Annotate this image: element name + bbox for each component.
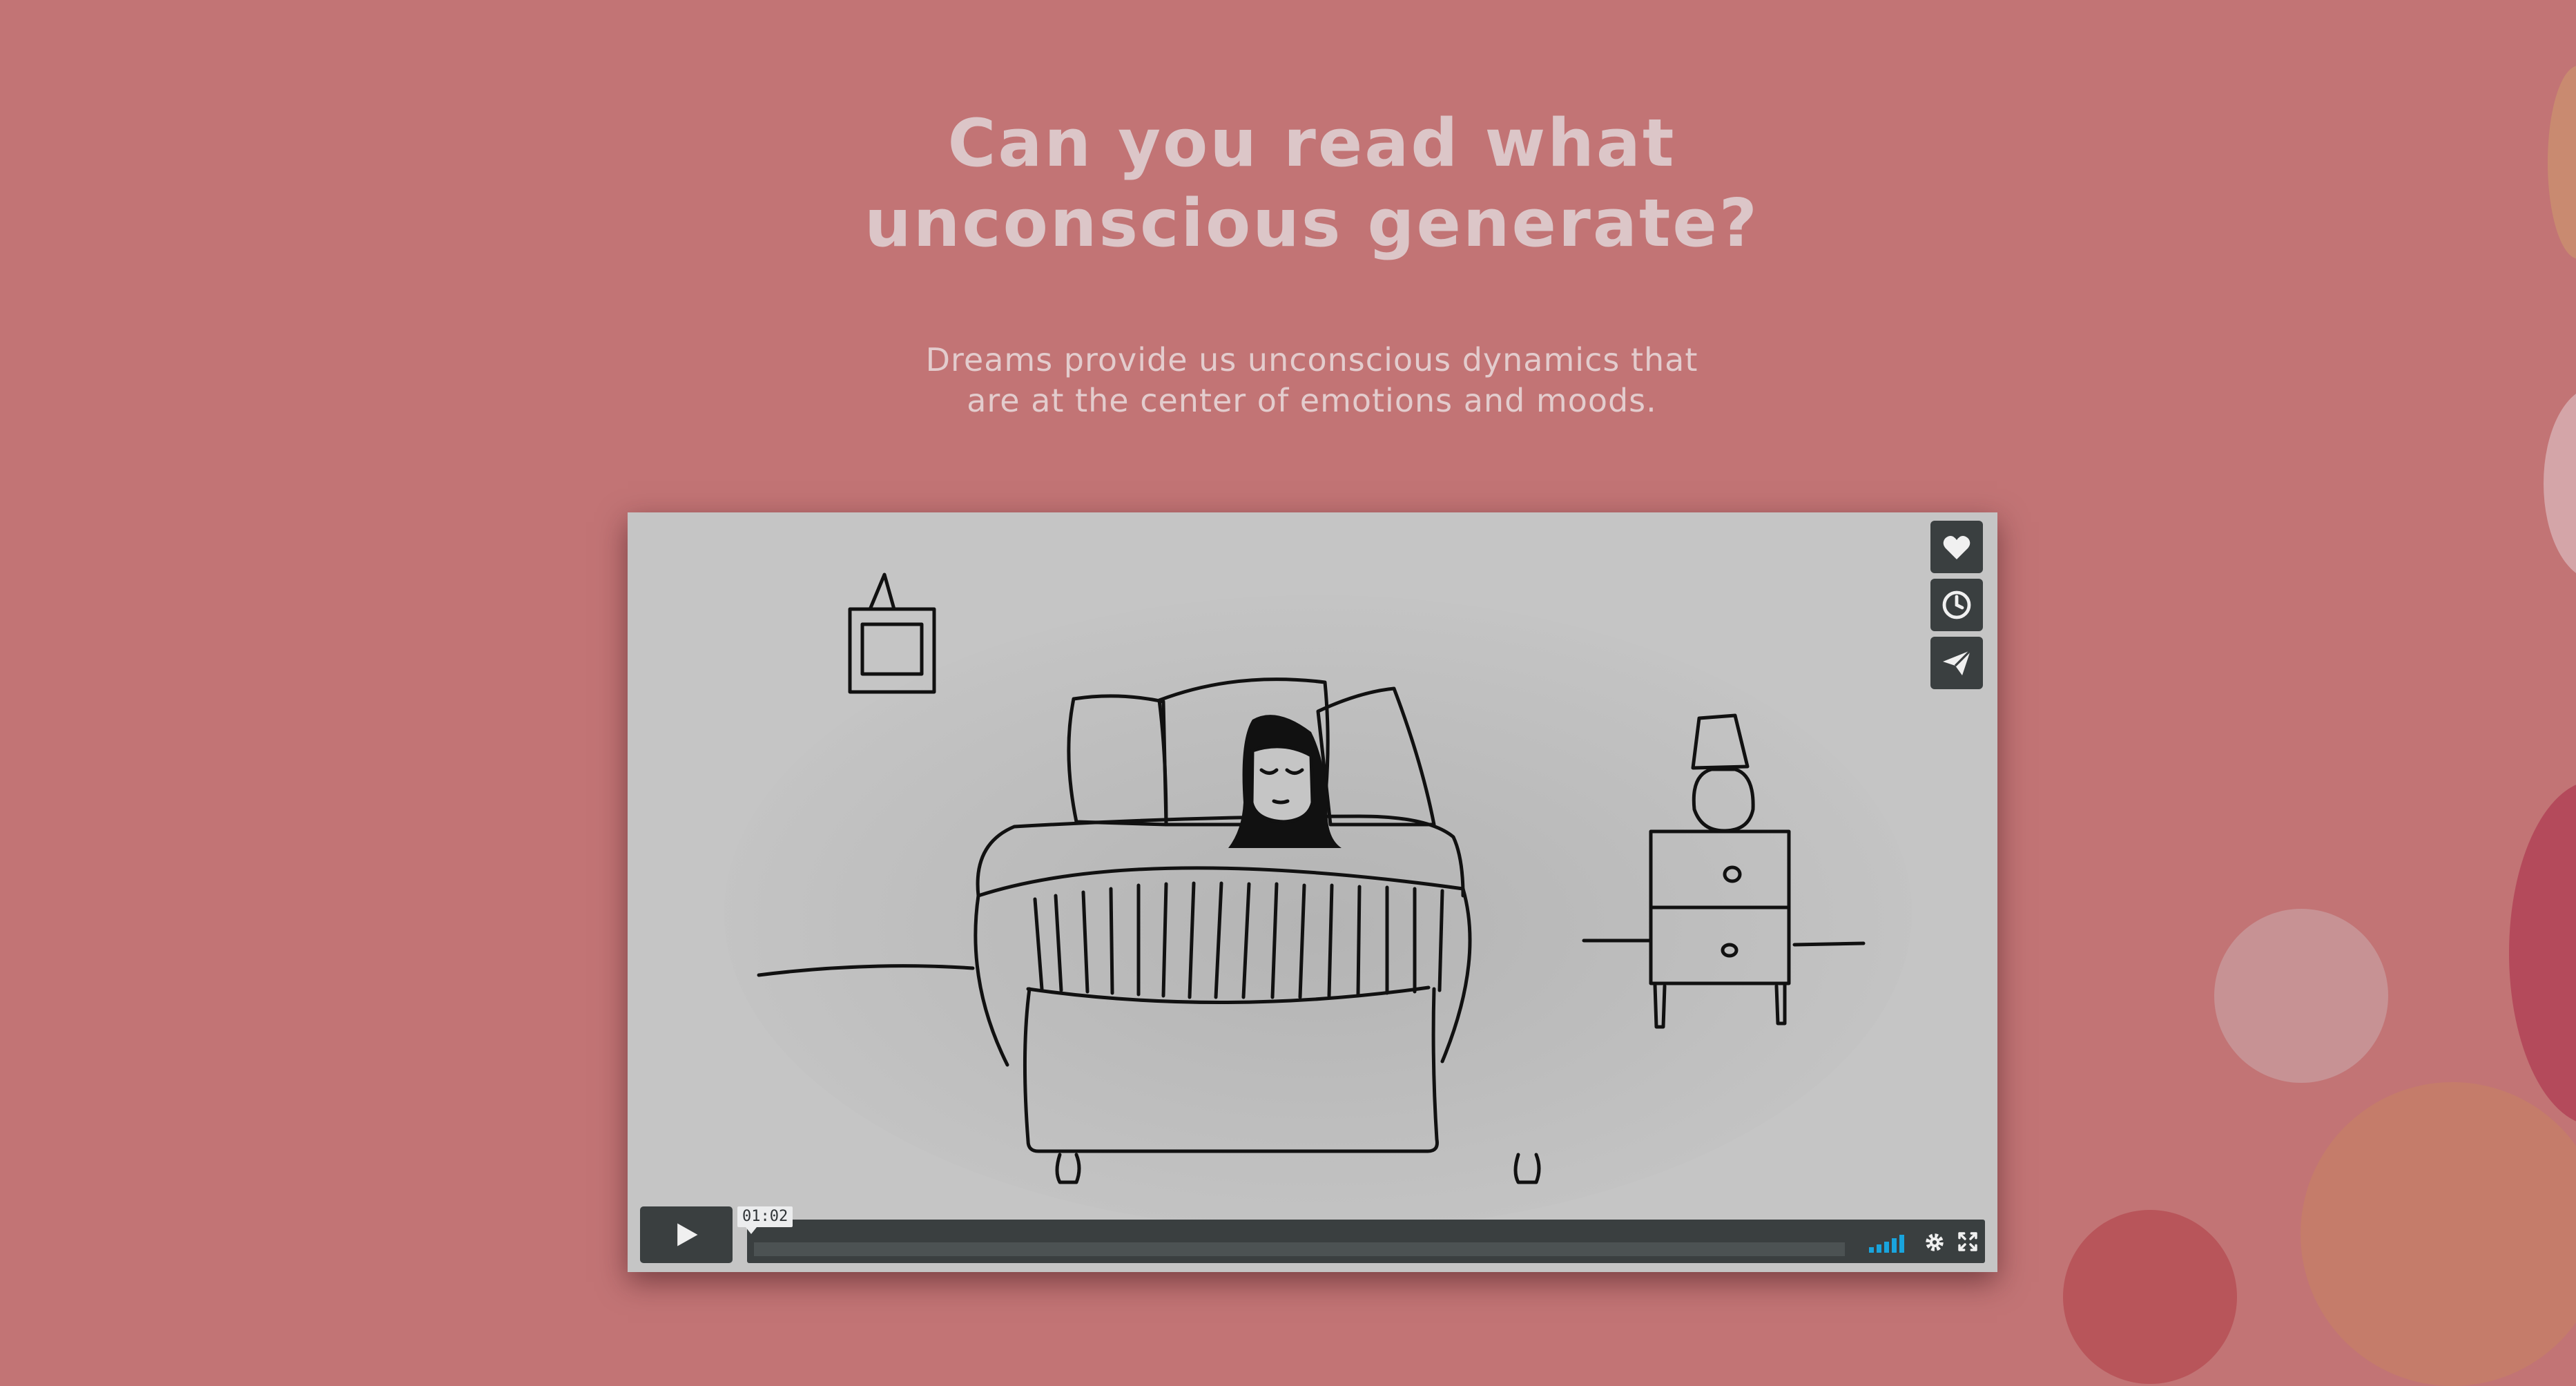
clock-icon <box>1942 590 1971 619</box>
play-button[interactable] <box>640 1206 733 1263</box>
watch-later-button[interactable] <box>1930 579 1983 631</box>
page-title-line: unconscious generate? <box>864 186 1759 262</box>
decorative-circle <box>2544 387 2576 580</box>
page-title: Can you read what unconscious generate? <box>690 104 1933 264</box>
gear-icon[interactable] <box>1923 1231 1946 1254</box>
video-frame-sleeping-girl-illustration[interactable] <box>628 512 1997 1272</box>
paper-plane-icon <box>1943 649 1972 675</box>
share-button[interactable] <box>1930 637 1983 689</box>
volume-bars-icon[interactable] <box>1869 1235 1905 1253</box>
decorative-circle <box>2063 1210 2237 1384</box>
page-subtitle-line: are at the center of emotions and moods. <box>967 382 1657 419</box>
page-title-line: Can you read what <box>947 106 1676 182</box>
fullscreen-icon[interactable] <box>1957 1231 1979 1253</box>
progress-bar[interactable] <box>754 1242 1845 1256</box>
decorative-circle <box>2548 66 2576 259</box>
play-icon <box>677 1223 698 1247</box>
current-time-tooltip: 01:02 <box>737 1206 793 1234</box>
video-player[interactable]: 01:02 <box>628 512 1997 1272</box>
page-subtitle: Dreams provide us unconscious dynamics t… <box>759 340 1864 421</box>
decorative-circle <box>2214 909 2388 1083</box>
page-subtitle-line: Dreams provide us unconscious dynamics t… <box>925 341 1698 378</box>
video-controls-bar <box>747 1220 1985 1263</box>
heart-icon <box>1943 536 1970 559</box>
decorative-circle <box>2509 780 2576 1126</box>
decorative-circle <box>2301 1082 2576 1386</box>
like-button[interactable] <box>1930 521 1983 573</box>
